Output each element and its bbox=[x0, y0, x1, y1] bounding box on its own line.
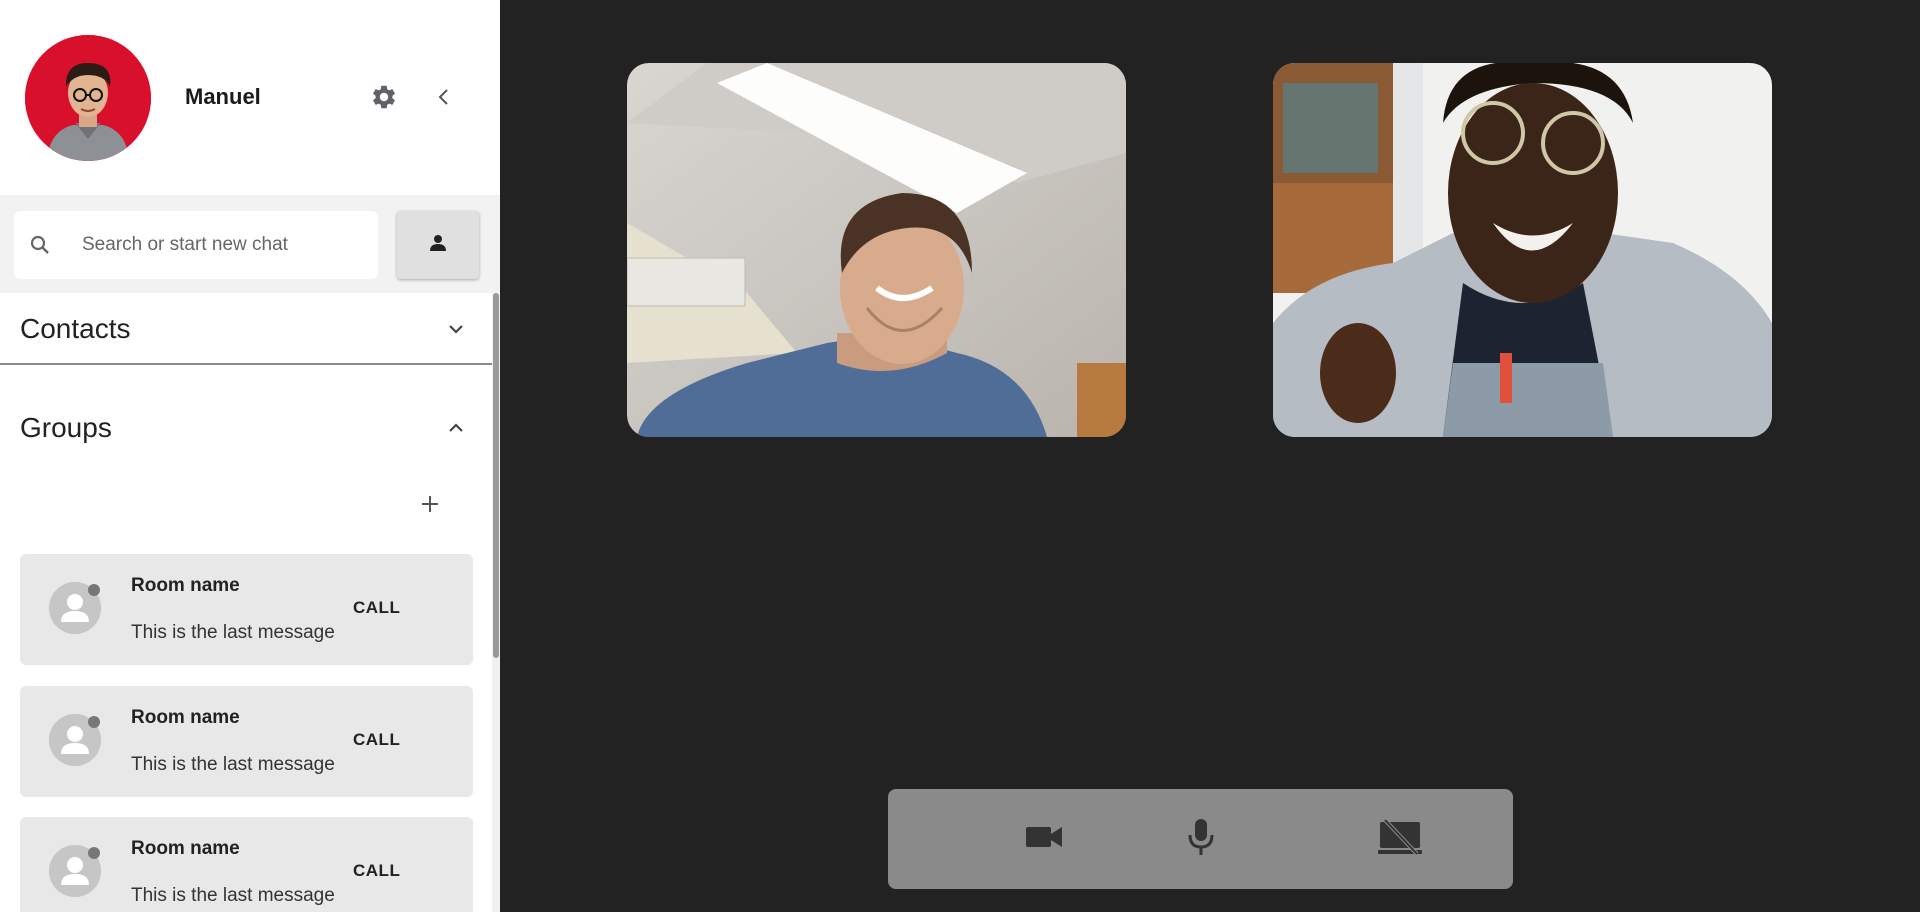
room-last-message: This is the last message bbox=[131, 622, 335, 643]
room-item[interactable]: Room name This is the last message CALL bbox=[20, 686, 473, 797]
username: Manuel bbox=[185, 84, 261, 109]
sidebar-scrollbar[interactable] bbox=[492, 293, 500, 912]
groups-title: Groups bbox=[20, 412, 112, 443]
video-tile-participant-2[interactable] bbox=[1273, 63, 1772, 437]
camera-toggle-button[interactable] bbox=[1019, 814, 1069, 864]
add-group-button[interactable] bbox=[412, 488, 448, 524]
video-tile-participant-1[interactable] bbox=[627, 63, 1126, 437]
add-contact-button[interactable] bbox=[397, 211, 479, 279]
microphone-icon bbox=[1186, 817, 1216, 862]
profile-header: Manuel bbox=[0, 0, 500, 195]
groups-section-header[interactable]: Groups bbox=[0, 388, 492, 468]
room-item[interactable]: Room name This is the last message CALL bbox=[20, 817, 473, 912]
microphone-toggle-button[interactable] bbox=[1176, 814, 1226, 864]
status-indicator bbox=[88, 716, 100, 728]
status-indicator bbox=[88, 584, 100, 596]
chevron-up-icon bbox=[444, 416, 468, 445]
plus-icon bbox=[419, 493, 441, 520]
avatar[interactable] bbox=[25, 35, 151, 161]
search-box bbox=[14, 211, 378, 279]
settings-button[interactable] bbox=[367, 82, 401, 116]
room-last-message: This is the last message bbox=[131, 754, 335, 775]
call-button[interactable]: CALL bbox=[353, 598, 400, 618]
status-indicator bbox=[88, 847, 100, 859]
person-icon bbox=[426, 231, 450, 260]
sidebar: Manuel Contacts bbox=[0, 0, 500, 912]
room-last-message: This is the last message bbox=[131, 885, 335, 906]
call-button[interactable]: CALL bbox=[353, 861, 400, 881]
search-area bbox=[0, 195, 500, 293]
search-icon bbox=[28, 233, 52, 262]
screen-share-toggle-button[interactable] bbox=[1375, 814, 1425, 864]
room-item[interactable]: Room name This is the last message CALL bbox=[20, 554, 473, 665]
gear-icon bbox=[370, 83, 398, 116]
camera-icon bbox=[1025, 824, 1063, 855]
room-name: Room name bbox=[131, 707, 240, 728]
contacts-section-header[interactable]: Contacts bbox=[0, 293, 492, 365]
collapse-sidebar-button[interactable] bbox=[427, 82, 461, 116]
chevron-down-icon bbox=[444, 317, 468, 346]
room-name: Room name bbox=[131, 575, 240, 596]
scrollbar-thumb[interactable] bbox=[493, 293, 499, 658]
search-input[interactable] bbox=[82, 211, 362, 279]
chevron-left-icon bbox=[432, 85, 456, 114]
contacts-title: Contacts bbox=[20, 313, 131, 344]
video-stage bbox=[500, 0, 1920, 912]
call-controls-bar bbox=[888, 789, 1513, 889]
screen-share-off-icon bbox=[1377, 818, 1423, 861]
room-name: Room name bbox=[131, 838, 240, 859]
call-button[interactable]: CALL bbox=[353, 730, 400, 750]
